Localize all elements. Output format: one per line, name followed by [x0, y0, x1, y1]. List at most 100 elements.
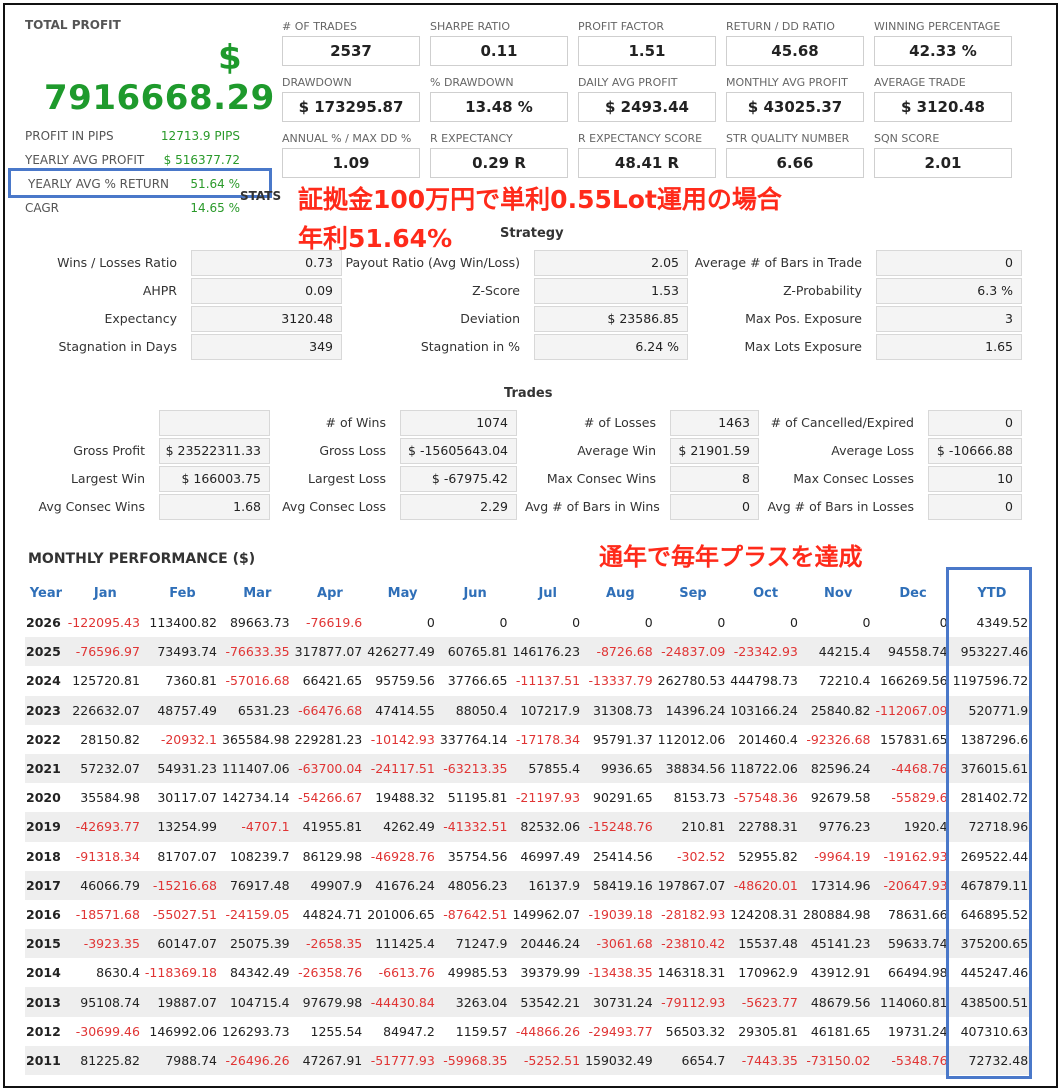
stat-value: $ -15605643.04 — [400, 438, 517, 464]
month-cell: -48620.01 — [729, 870, 802, 900]
month-cell: 81225.82 — [66, 1045, 144, 1075]
year-cell: 2026 — [26, 615, 61, 631]
month-cell: 73493.74 — [143, 637, 222, 667]
month-cell: -23810.42 — [656, 929, 730, 959]
metric-str-quality: STR QUALITY NUMBER 6.66 — [726, 132, 864, 178]
year-cell: 2014 — [26, 965, 61, 981]
year-cell: 2021 — [25, 753, 67, 784]
stat-value: 3120.48 — [191, 306, 342, 332]
stat-label: Z-Probability — [783, 283, 862, 298]
month-cell: -91318.34 — [75, 848, 140, 864]
year-cell: 2025 — [25, 637, 67, 667]
month-cell: 84342.49 — [229, 965, 290, 981]
month-cell: 41676.24 — [366, 870, 439, 900]
month-cell: 45141.23 — [801, 929, 875, 959]
yearly-avg-profit-row: YEARLY AVG PROFIT $ 516377.72 — [25, 153, 240, 167]
month-cell: 53542.21 — [511, 987, 585, 1017]
month-cell: 17314.96 — [801, 870, 875, 900]
currency-symbol: $ — [218, 38, 242, 78]
month-cell: -55027.51 — [152, 906, 218, 922]
month-cell: 0 — [862, 615, 871, 631]
month-cell: 9776.23 — [801, 812, 875, 842]
month-cell: 82532.06 — [511, 812, 585, 842]
month-cell: 58419.16 — [584, 870, 657, 900]
month-cell: 37766.65 — [447, 673, 508, 689]
stat-label: Payout Ratio (Avg Win/Loss) — [345, 255, 520, 270]
stat-label: Avg # of Bars in Losses — [767, 499, 914, 514]
month-cell: 146992.06 — [149, 1023, 218, 1039]
month-cell: 47414.55 — [366, 695, 439, 725]
table-row: 2012 -30699.46 146992.06 126293.73 1255.54 84… — [25, 1017, 1032, 1046]
stat-value: $ 166003.75 — [159, 466, 270, 492]
metric-label: # OF TRADES — [282, 20, 358, 33]
month-cell: 57855.4 — [511, 753, 585, 784]
month-cell: -5348.76 — [874, 1045, 952, 1075]
stat-value: 0 — [928, 494, 1022, 520]
month-cell: 48757.49 — [143, 695, 222, 725]
month-cell: 166269.56 — [880, 673, 948, 689]
annotation-every-year-plus: 通年で毎年プラスを達成 — [599, 543, 863, 571]
metric-label: % DRAWDOWN — [430, 76, 514, 89]
metric-annual-maxdd: ANNUAL % / MAX DD % 1.09 — [282, 132, 420, 178]
month-cell: 226632.07 — [66, 695, 144, 725]
month-cell: 0 — [644, 615, 653, 631]
month-cell: -79112.93 — [656, 987, 730, 1017]
month-cell: -54266.67 — [298, 790, 363, 806]
month-cell: 95108.74 — [66, 987, 144, 1017]
month-cell: 0 — [426, 615, 435, 631]
stat-label: Avg Consec Wins — [38, 499, 145, 514]
stat-label: Gross Loss — [319, 443, 386, 458]
table-row: 2021 57232.07 54931.23 111407.06 -63700.04 -2… — [25, 753, 1033, 784]
metric-label: DRAWDOWN — [282, 76, 352, 89]
stat-label: Avg # of Bars in Wins — [525, 499, 660, 514]
table-row: 2018 -91318.34 81707.07 108239.7 86129.98 -46… — [25, 842, 1032, 871]
year-cell: 2013 — [25, 987, 67, 1017]
month-cell: 46997.49 — [520, 848, 581, 864]
month-cell: 107217.9 — [511, 695, 585, 725]
month-cell: -13337.79 — [588, 673, 653, 689]
summary-value: $ 516377.72 — [163, 153, 240, 167]
metric-value: 0.29 R — [430, 148, 568, 178]
column-header-mar: Mar — [243, 586, 272, 601]
month-cell: -57016.68 — [225, 673, 290, 689]
month-cell: 103166.24 — [729, 695, 802, 725]
month-cell: 48679.56 — [801, 987, 875, 1017]
month-cell: -20932.1 — [160, 731, 218, 747]
metric-label: SHARPE RATIO — [430, 20, 510, 33]
profit-in-pips-row: PROFIT IN PIPS 12713.9 PIPS — [25, 129, 240, 147]
stat-value: 1.53 — [534, 278, 688, 304]
month-cell: 51195.81 — [447, 790, 508, 806]
stat-label: Expectancy — [104, 311, 177, 326]
month-cell: 426277.49 — [366, 637, 439, 667]
month-cell: 92679.58 — [810, 790, 871, 806]
stat-label: Stagnation in Days — [58, 339, 178, 354]
month-cell: 142734.14 — [222, 790, 290, 806]
month-cell: -5623.77 — [729, 987, 802, 1017]
metric-winning-pct: WINNING PERCENTAGE 42.33 % — [874, 20, 1012, 66]
stat-value: 0 — [876, 250, 1022, 276]
stat-label: Average # of Bars in Trade — [694, 255, 862, 270]
month-cell: 112012.06 — [657, 731, 726, 747]
month-cell: 31308.73 — [584, 695, 657, 725]
stat-label: Stagnation in % — [420, 339, 520, 354]
month-cell: -9964.19 — [814, 848, 871, 864]
month-cell: 95759.56 — [375, 673, 435, 689]
stat-value: $ -10666.88 — [928, 438, 1022, 464]
summary-label: PROFIT IN PIPS — [25, 129, 114, 143]
month-cell: 3263.04 — [438, 987, 512, 1017]
month-cell: -112067.09 — [874, 695, 952, 725]
metric-value: 2537 — [282, 36, 420, 66]
month-cell: 49985.53 — [447, 965, 508, 981]
month-cell: 19488.32 — [375, 790, 435, 806]
month-cell: -17178.34 — [515, 731, 581, 747]
stat-label: Average Win — [577, 443, 656, 458]
month-cell: 111425.4 — [366, 929, 439, 959]
month-cell: 337764.14 — [439, 731, 508, 747]
stat-label: # of Wins — [325, 415, 386, 430]
stat-label: Gross Profit — [73, 443, 145, 458]
month-cell: 4262.49 — [366, 812, 439, 842]
month-cell: -5252.51 — [511, 1045, 585, 1075]
month-cell: 97679.98 — [293, 987, 367, 1017]
month-cell: -23342.93 — [729, 637, 802, 667]
stat-label: Max Consec Losses — [793, 471, 914, 486]
